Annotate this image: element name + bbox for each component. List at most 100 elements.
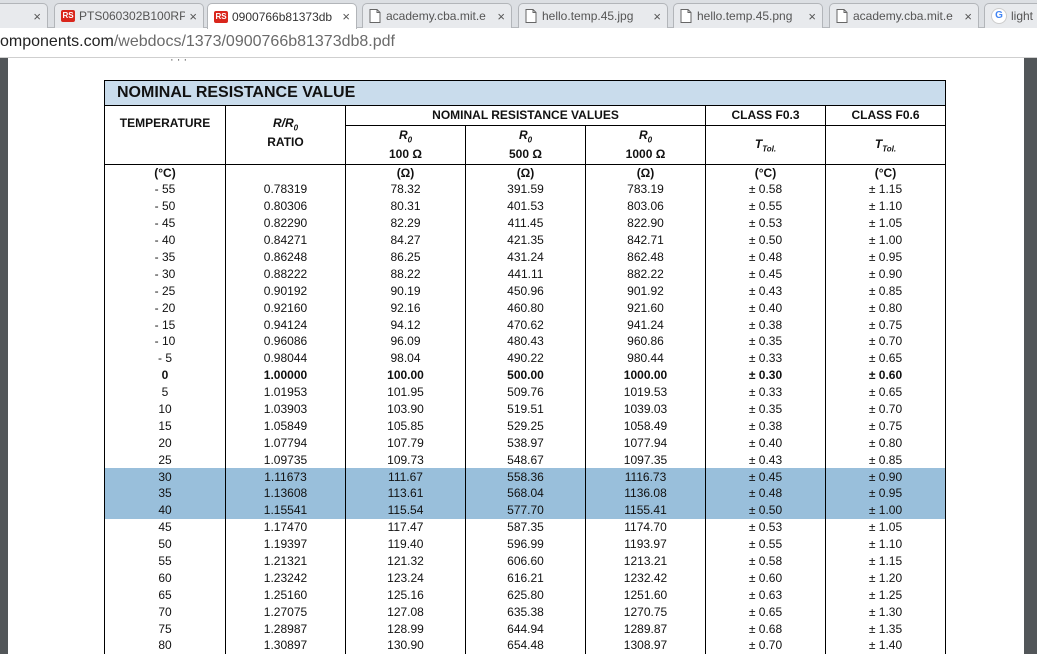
cell-r100: 96.09 [345,333,466,350]
cell-r500: 606.60 [465,552,586,570]
cell-r1000: 941.24 [585,316,706,334]
table-row: - 25 0.90192 90.19 450.96 901.92 ± 0.43 ± 0.85 [104,282,946,300]
cell-class-f06: ± 0.85 [825,282,946,300]
table-row: - 10 0.96086 96.09 480.43 960.86 ± 0.35 ± 0.70 [104,333,946,350]
units-row: (°C) (Ω) (Ω) (Ω) (°C) (°C) [104,164,946,181]
cell-class-f03: ± 0.53 [705,518,826,536]
cell-class-f03: ± 0.33 [705,383,826,401]
table-row: 15 1.05849 105.85 529.25 1058.49 ± 0.38 ± 0.75 [104,417,946,435]
close-icon[interactable]: × [189,9,197,24]
tab-5[interactable]: hello.temp.45.png × [673,3,823,28]
cell-class-f06: ± 1.00 [825,231,946,249]
cell-r100: 101.95 [345,383,466,401]
cell-r100: 107.79 [345,434,466,452]
tab-7[interactable]: G light [984,3,1037,28]
cell-r1000: 1000.00 [585,366,706,384]
cell-class-f03: ± 0.40 [705,434,826,452]
cell-r1000: 1308.97 [585,637,706,654]
cell-r1000: 1193.97 [585,535,706,553]
cell-temperature: 45 [104,518,226,536]
tab-1[interactable]: RS PTS060302B100RP × [54,3,204,28]
url-text[interactable]: omponents.com/webdocs/1373/0900766b81373… [0,33,395,51]
table-row: 35 1.13608 113.61 568.04 1136.08 ± 0.48 ± 0.95 [104,485,946,502]
cell-r100: 92.16 [345,299,466,317]
cell-class-f06: ± 0.95 [825,248,946,266]
cell-ratio: 1.03903 [225,400,346,418]
cell-r1000: 1058.49 [585,417,706,435]
cell-class-f06: ± 1.10 [825,197,946,215]
tab-title: hello.temp.45.png [697,9,793,23]
cell-r100: 115.54 [345,501,466,519]
cell-r100: 82.29 [345,214,466,232]
cell-r100: 119.40 [345,535,466,553]
table-row: 5 1.01953 101.95 509.76 1019.53 ± 0.33 ± 0.65 [104,383,946,401]
table-row: 10 1.03903 103.90 519.51 1039.03 ± 0.35 ± 0.70 [104,400,946,418]
cell-r1000: 921.60 [585,299,706,317]
cell-r100: 86.25 [345,248,466,266]
cell-r100: 105.85 [345,417,466,435]
cell-class-f03: ± 0.68 [705,620,826,638]
cell-ratio: 1.00000 [225,366,346,384]
text-fragment: · · · [170,58,188,66]
tab-strip: × RS PTS060302B100RP × RS 0900766b81373d… [0,0,1037,29]
cell-r1000: 882.22 [585,265,706,283]
cell-r500: 509.76 [465,383,586,401]
table-row: - 30 0.88222 88.22 441.11 882.22 ± 0.45 ± 0.90 [104,265,946,283]
header-temperature: TEMPERATURE [104,105,226,165]
cell-r500: 441.11 [465,265,586,283]
table-row: 25 1.09735 109.73 548.67 1097.35 ± 0.43 ± 0.85 [104,451,946,469]
address-bar[interactable]: omponents.com/webdocs/1373/0900766b81373… [0,28,1037,58]
cell-class-f06: ± 0.80 [825,299,946,317]
cell-r1000: 1116.73 [585,468,706,486]
cell-ratio: 0.86248 [225,248,346,266]
tab-3[interactable]: academy.cba.mit.e × [362,3,512,28]
close-icon[interactable]: × [497,9,505,24]
rs-icon: RS [214,10,228,23]
cell-class-f03: ± 0.58 [705,552,826,570]
cell-temperature: 5 [104,383,226,401]
cell-r100: 111.67 [345,468,466,486]
cell-r1000: 1174.70 [585,518,706,536]
tab-0[interactable]: × [0,3,48,28]
tab-4[interactable]: hello.temp.45.jpg × [518,3,668,28]
cell-r1000: 1155.41 [585,501,706,519]
cell-class-f06: ± 0.60 [825,366,946,384]
table-row: - 20 0.92160 92.16 460.80 921.60 ± 0.40 ± 0.80 [104,299,946,317]
cell-temperature: - 55 [104,181,226,198]
close-icon[interactable]: × [653,9,661,24]
cell-ratio: 1.09735 [225,451,346,469]
cell-class-f03: ± 0.70 [705,637,826,654]
cell-r100: 84.27 [345,231,466,249]
close-icon[interactable]: × [964,9,972,24]
cell-ratio: 1.30897 [225,637,346,654]
cell-r100: 128.99 [345,620,466,638]
table-row: 0 1.00000 100.00 500.00 1000.00 ± 0.30 ± 0.60 [104,366,946,384]
close-icon[interactable]: × [342,9,350,24]
cell-class-f06: ± 0.80 [825,434,946,452]
tab-title: 0900766b81373db [232,9,333,24]
cell-class-f03: ± 0.48 [705,248,826,266]
close-icon[interactable]: × [33,9,41,24]
table-row: 50 1.19397 119.40 596.99 1193.97 ± 0.55 ± 1.10 [104,535,946,553]
cell-ratio: 0.90192 [225,282,346,300]
cell-r500: 548.67 [465,451,586,469]
tab-6[interactable]: academy.cba.mit.e × [829,3,979,28]
cell-r100: 121.32 [345,552,466,570]
cell-r500: 401.53 [465,197,586,215]
cell-r100: 117.47 [345,518,466,536]
header-r0-500: R0 500 Ω [465,124,586,166]
cell-ratio: 1.19397 [225,535,346,553]
cell-r500: 587.35 [465,518,586,536]
cell-r100: 98.04 [345,349,466,367]
table-row: - 5 0.98044 98.04 490.22 980.44 ± 0.33 ± 0.65 [104,349,946,367]
cell-class-f03: ± 0.65 [705,603,826,621]
unit-cell [225,164,346,181]
cell-r100: 113.61 [345,485,466,502]
cell-r1000: 1019.53 [585,383,706,401]
cell-temperature: - 45 [104,214,226,232]
cell-r500: 450.96 [465,282,586,300]
tab-2-active[interactable]: RS 0900766b81373db × [207,3,357,29]
cell-class-f03: ± 0.63 [705,586,826,604]
cell-r500: 519.51 [465,400,586,418]
close-icon[interactable]: × [808,9,816,24]
